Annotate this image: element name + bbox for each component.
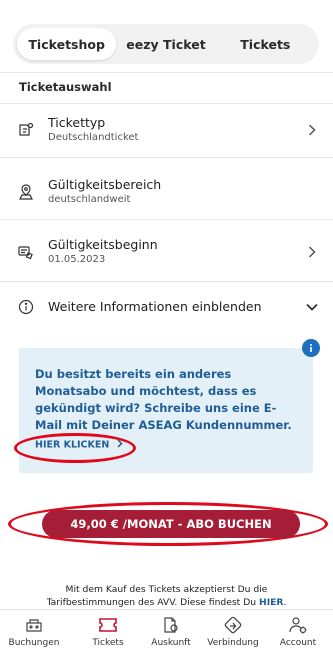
- bottom-nav: Buchungen Tickets Auskunft Verbindung Ac…: [0, 609, 333, 657]
- terms-text: Mit dem Kauf des Tickets akzeptierst Du …: [20, 583, 313, 609]
- divider: [0, 219, 333, 220]
- divider: [0, 72, 333, 73]
- more-info-toggle[interactable]: Weitere Informationen einblenden: [0, 290, 333, 324]
- row-value: deutschlandweit: [48, 194, 131, 205]
- divider: [0, 157, 333, 158]
- info-badge-icon: [302, 339, 320, 357]
- tab-ticketshop[interactable]: Ticketshop: [17, 28, 117, 60]
- row-gueltigkeitsbereich: Gültigkeitsbereich deutschlandweit: [0, 166, 333, 218]
- row-label: Gültigkeitsbeginn: [48, 237, 158, 252]
- row-label: Gültigkeitsbereich: [48, 177, 162, 192]
- nav-buchungen[interactable]: Buchungen: [4, 614, 64, 648]
- calendar-ticket-icon: [16, 242, 36, 262]
- area-icon: [16, 182, 36, 202]
- terms-end: .: [283, 597, 287, 608]
- terms-body: Mit dem Kauf des Tickets akzeptierst Du …: [46, 584, 268, 608]
- info-text: Du besitzt bereits ein anderes Monatsabo…: [35, 367, 292, 432]
- route-icon: [221, 614, 245, 636]
- nav-label: Buchungen: [8, 638, 60, 648]
- divider: [0, 281, 333, 282]
- account-icon: [286, 614, 310, 636]
- abo-buchen-button[interactable]: 49,00 € /MONAT - ABO BUCHEN: [42, 510, 300, 538]
- nav-label: Auskunft: [151, 638, 191, 648]
- chevron-right-icon: [305, 123, 319, 137]
- row-gueltigkeitsbeginn[interactable]: Gültigkeitsbeginn 01.05.2023: [0, 226, 333, 278]
- row-value: 01.05.2023: [48, 254, 106, 265]
- hier-klicken-link[interactable]: HIER KLICKEN: [35, 439, 123, 451]
- tab-eezy-ticket[interactable]: eezy Ticket: [116, 28, 215, 60]
- chevron-right-icon: [117, 439, 123, 451]
- more-info-label: Weitere Informationen einblenden: [48, 299, 262, 314]
- ticket-type-icon: [16, 120, 36, 140]
- chevron-down-icon: [305, 300, 319, 314]
- nav-label: Tickets: [92, 638, 124, 648]
- info-circle-icon: [16, 297, 36, 317]
- nav-account[interactable]: Account: [268, 614, 328, 648]
- row-tickettyp[interactable]: Tickettyp Deutschlandticket: [0, 104, 333, 156]
- row-value: Deutschlandticket: [48, 132, 139, 143]
- nav-label: Verbindung: [207, 638, 259, 648]
- nav-verbindung[interactable]: Verbindung: [203, 614, 263, 648]
- chevron-right-icon: [305, 245, 319, 259]
- info-link-label: HIER KLICKEN: [35, 439, 110, 451]
- bookings-icon: [22, 614, 46, 636]
- nav-tickets[interactable]: Tickets: [78, 614, 138, 648]
- nav-auskunft[interactable]: Auskunft: [141, 614, 201, 648]
- tickets-icon: [96, 614, 120, 636]
- tab-tickets[interactable]: Tickets: [216, 28, 315, 60]
- terms-link[interactable]: HIER: [259, 597, 283, 608]
- nav-label: Account: [279, 638, 317, 648]
- section-title: Ticketauswahl: [19, 80, 112, 94]
- row-label: Tickettyp: [48, 115, 106, 130]
- ticket-tabs: Ticketshop eezy Ticket Tickets: [13, 24, 319, 64]
- info-map-icon: [159, 614, 183, 636]
- info-box: Du besitzt bereits ein anderes Monatsabo…: [19, 348, 313, 473]
